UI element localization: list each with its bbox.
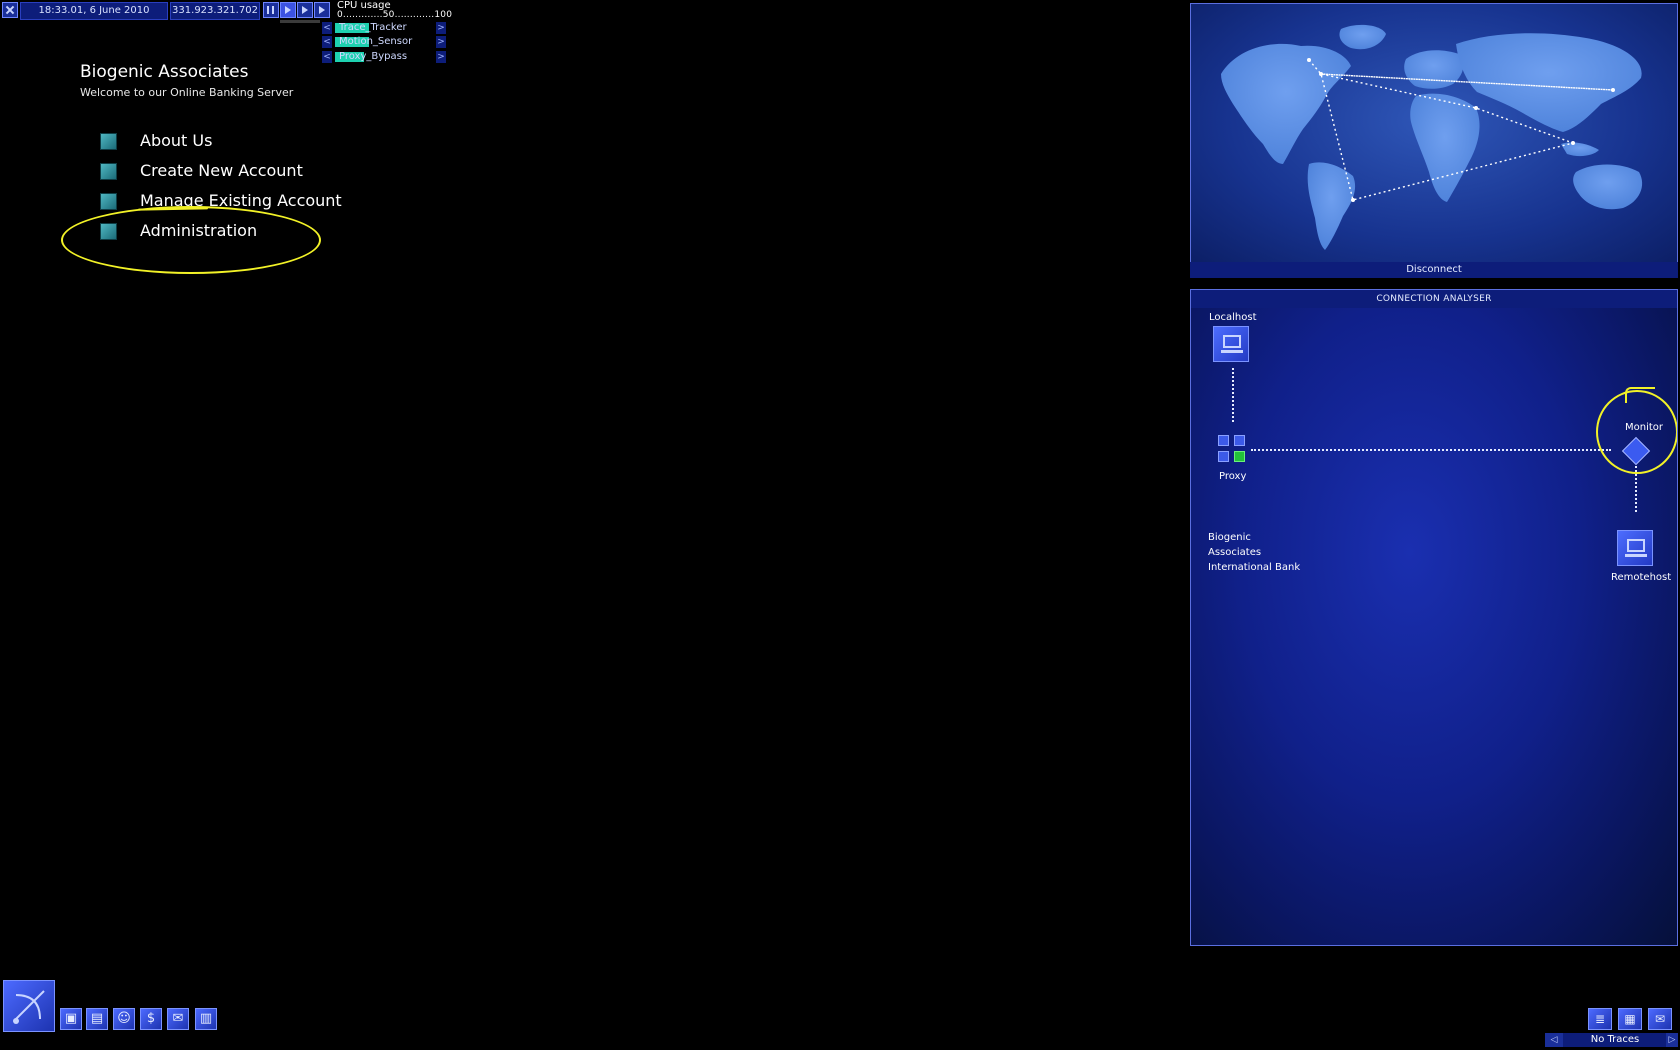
square-bullet-icon (100, 163, 117, 180)
target-name-line: International Bank (1208, 562, 1301, 573)
remotehost-label: Remotehost (1611, 572, 1672, 583)
menu-item-label: About Us (140, 131, 213, 150)
annotation-stroke (1625, 387, 1655, 403)
target-name-line: Biogenic (1208, 532, 1251, 543)
continent-europe (1404, 50, 1464, 89)
tool-name: Trace_Tracker (339, 22, 407, 33)
mail-icon[interactable]: ✉ (1648, 1008, 1672, 1030)
bank-subtitle: Welcome to our Online Banking Server (80, 86, 294, 99)
chevron-left-icon[interactable]: < (322, 36, 332, 48)
tool-name: Motion_Sensor (339, 36, 413, 47)
menu-item-label: Create New Account (140, 161, 303, 180)
datetime-display: 18:33.01, 6 June 2010 (20, 2, 168, 20)
continent-north-america (1221, 43, 1351, 164)
traces-bar: ◁ No Traces ▷ (1545, 1033, 1678, 1047)
bank-title: Biogenic Associates (80, 62, 249, 82)
fast-forward-icon[interactable] (297, 2, 313, 18)
chevron-right-icon[interactable]: > (436, 36, 446, 48)
chevron-left-icon[interactable]: < (322, 22, 332, 34)
disconnect-button[interactable]: Disconnect (1190, 262, 1678, 278)
traces-label: No Traces (1590, 1034, 1640, 1045)
hardware-icon[interactable]: ▤ (86, 1008, 108, 1030)
continent-indonesia (1561, 142, 1599, 157)
continent-greenland (1339, 24, 1386, 50)
tool-row-proxy-bypass: < Proxy_Bypass > (322, 51, 446, 63)
email-icon[interactable]: ✉ (167, 1008, 189, 1030)
link-proxy-monitor (1251, 449, 1611, 451)
fastest-forward-icon[interactable] (314, 2, 330, 18)
chevron-right-icon[interactable]: ▷ (1666, 1033, 1678, 1047)
link-localhost-proxy (1232, 368, 1234, 422)
proxy-icon[interactable] (1218, 435, 1248, 465)
world-map[interactable] (1190, 3, 1678, 263)
tool-name: Proxy_Bypass (339, 51, 408, 62)
menu-item-about-us[interactable]: About Us (100, 131, 390, 155)
files-icon[interactable]: ▦ (1618, 1008, 1642, 1030)
world-map-graphic (1221, 24, 1643, 250)
main-menu-satellite-icon[interactable] (3, 980, 55, 1032)
speed-indicator (280, 20, 320, 23)
annotation-circle (61, 206, 321, 274)
tool-row-trace-tracker: < Trace_Tracker > (322, 22, 446, 34)
pause-icon[interactable] (263, 2, 279, 18)
chevron-right-icon[interactable]: > (436, 22, 446, 34)
localhost-label: Localhost (1209, 312, 1257, 323)
chevron-left-icon[interactable]: < (322, 51, 332, 63)
localhost-computer-icon[interactable] (1213, 326, 1249, 362)
connection-analyser-title: CONNECTION ANALYSER (1191, 290, 1677, 308)
software-icon[interactable]: ▣ (60, 1008, 82, 1030)
square-bullet-icon (100, 193, 117, 210)
gateway-icon[interactable]: ▥ (195, 1008, 217, 1030)
tool-row-motion-sensor: < Motion_Sensor > (322, 36, 446, 48)
target-name: Biogenic Associates International Bank (1208, 530, 1300, 575)
cpu-usage-scale: 0.............50.............100 (337, 10, 453, 20)
play-icon[interactable] (280, 2, 296, 18)
continent-south-america (1307, 162, 1356, 250)
finance-icon[interactable]: $ (140, 1008, 162, 1030)
connection-analyser: CONNECTION ANALYSER Localhost Proxy Moni… (1190, 289, 1678, 946)
continent-australia (1573, 164, 1643, 210)
continent-africa (1410, 93, 1480, 202)
square-bullet-icon (100, 133, 117, 150)
close-icon[interactable] (2, 2, 18, 18)
personal-status-icon[interactable]: ☺ (113, 1008, 135, 1030)
target-name-line: Associates (1208, 547, 1262, 558)
proxy-label: Proxy (1219, 471, 1247, 482)
chevron-right-icon[interactable]: > (436, 51, 446, 63)
remotehost-computer-icon[interactable] (1617, 530, 1653, 566)
chevron-left-icon[interactable]: ◁ (1545, 1033, 1563, 1047)
notes-icon[interactable]: ≣ (1588, 1008, 1612, 1030)
ip-display: 331.923.321.702 (170, 2, 260, 20)
menu-item-create-account[interactable]: Create New Account (100, 161, 390, 185)
